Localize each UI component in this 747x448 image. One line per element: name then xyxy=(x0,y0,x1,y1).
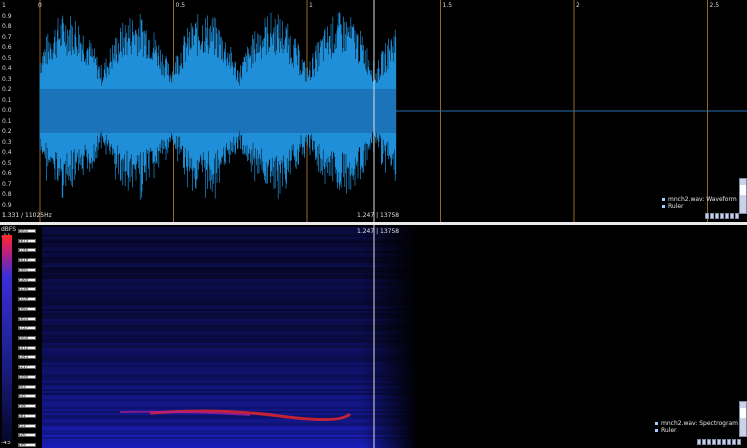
waveform-y-tick-label: 0.2 xyxy=(2,86,12,93)
waveform-y-tick-label: 0.8 xyxy=(2,191,12,198)
spectrogram-plot[interactable] xyxy=(0,225,747,448)
waveform-plot[interactable] xyxy=(0,0,747,222)
frequency-tick-label: 199 xyxy=(18,442,26,447)
frequency-tick-label: 2619 xyxy=(18,257,29,263)
waveform-y-tick-label: 1 xyxy=(2,2,6,9)
waveform-y-tick-label: 0.3 xyxy=(2,75,12,83)
db-color-scale xyxy=(2,235,12,441)
frequency-tick-label: 3001 xyxy=(18,228,29,233)
frequency-tick-label: 326 xyxy=(18,432,26,438)
spectrogram-fade xyxy=(42,225,418,448)
frequency-tick-label: 708 xyxy=(18,403,26,409)
frequency-tick-label: 1345 xyxy=(18,354,29,360)
frequency-tick-label: 2364 xyxy=(18,276,29,282)
frequency-tick-label: 963 xyxy=(18,383,26,389)
frequency-tick-label: 1982 xyxy=(18,305,29,311)
waveform-position-readout: 1.331 / 11025Hz xyxy=(2,212,52,219)
spectrogram-zoom-control[interactable] xyxy=(697,439,741,445)
frequency-tick-label: 2746 xyxy=(18,247,29,253)
frequency-tick-label: 2491 xyxy=(18,266,29,272)
waveform-cursor-readout: 1.247 | 13758 xyxy=(357,212,400,219)
legend-dot-icon xyxy=(655,429,658,432)
waveform-x-tick-label: 1.5 xyxy=(442,2,453,9)
waveform-y-tick-label: 0.9 xyxy=(2,201,12,209)
waveform-y-tick-label: 0.6 xyxy=(2,44,12,51)
spectrogram-pane[interactable]: dBFS -11 -45 300128732746261924912364223… xyxy=(0,225,747,448)
frequency-tick-label: 581 xyxy=(18,412,26,418)
db-unit-label: dBFS xyxy=(1,226,17,233)
waveform-y-tick-label: 0.1 xyxy=(2,96,12,104)
waveform-y-tick-label: 0.7 xyxy=(2,180,12,188)
legend-dot-icon xyxy=(655,422,658,425)
waveform-y-tick-label: 0.2 xyxy=(2,128,12,135)
frequency-tick-label: 835 xyxy=(18,393,26,399)
frequency-tick-label: 453 xyxy=(18,422,26,428)
frequency-tick-label: 1727 xyxy=(18,325,29,331)
waveform-y-tick-label: 0.1 xyxy=(2,117,12,125)
waveform-x-tick-label: 1 xyxy=(309,2,313,9)
waveform-core xyxy=(40,89,396,133)
frequency-tick-label: 1600 xyxy=(18,335,29,340)
waveform-y-tick-label: 0.8 xyxy=(2,23,12,30)
legend-item-ruler[interactable]: Ruler xyxy=(655,427,677,434)
frequency-tick-label: 2236 xyxy=(18,286,29,292)
spectrogram-vertical-scrollbar[interactable] xyxy=(739,401,747,437)
frequency-tick-label: 2109 xyxy=(18,296,29,302)
waveform-y-tick-label: 0.4 xyxy=(2,149,12,156)
frequency-tick-label: 1472 xyxy=(18,344,29,350)
frequency-tick-label: 1217 xyxy=(18,364,29,370)
waveform-pane[interactable]: 1 0.9 0.8 0.7 0.6 0.5 0.4 0.3 0.2 0.1 0.0 0.1 0.2 0.3… xyxy=(0,0,747,222)
waveform-zoom-control[interactable] xyxy=(705,213,739,219)
waveform-y-tick-label: 0.5 xyxy=(2,54,12,62)
frequency-tick-label: 2873 xyxy=(18,237,29,243)
waveform-vertical-scrollbar[interactable] xyxy=(739,178,747,214)
frequency-tick-label: 1854 xyxy=(18,315,29,321)
waveform-x-tick-label: 2.5 xyxy=(709,2,720,9)
waveform-y-tick-label: 0.4 xyxy=(2,65,12,72)
waveform-x-start-label: 0 xyxy=(38,2,42,9)
waveform-vertical-scroll-thumb[interactable] xyxy=(740,185,746,195)
waveform-y-tick-label: 0.6 xyxy=(2,170,12,177)
legend-item-spectrogram[interactable]: mnch2.wav: Spectrogram xyxy=(655,420,738,427)
waveform-y-tick-label: 0.5 xyxy=(2,159,12,167)
waveform-y-tick-label: 0.7 xyxy=(2,33,12,41)
waveform-y-tick-label: 0.9 xyxy=(2,12,12,20)
waveform-y-tick-label: 0.0 xyxy=(2,107,12,114)
legend-item-waveform[interactable]: mnch2.wav: Waveform xyxy=(662,196,737,203)
legend-dot-icon xyxy=(662,198,665,201)
waveform-x-tick-label: 2 xyxy=(576,2,580,9)
spectrogram-vertical-scroll-thumb[interactable] xyxy=(740,408,746,418)
legend-dot-icon xyxy=(662,205,665,208)
waveform-y-tick-label: 0.3 xyxy=(2,138,12,146)
frequency-axis: 3001 2873 2746 2619 2491 2364 2236 2109 1982 1854… xyxy=(18,227,40,447)
legend-item-ruler[interactable]: Ruler xyxy=(662,203,684,210)
frequency-tick-label: 1090 xyxy=(18,373,29,379)
waveform-x-tick-label: 0.5 xyxy=(175,2,186,9)
spectrogram-cursor-readout: 1.247 | 13758 xyxy=(357,228,400,235)
